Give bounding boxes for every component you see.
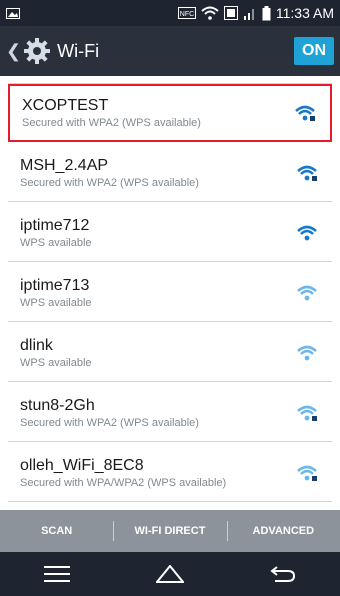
network-ssid: iptime713	[20, 276, 90, 294]
network-row[interactable]: iptime712 WPS available	[8, 204, 332, 262]
network-row[interactable]: stun8-2Gh Secured with WPA2 (WPS availabl…	[8, 384, 332, 442]
wifi-lock-icon	[297, 465, 317, 481]
network-list: XCOPTEST Secured with WPA2 (WPS available…	[0, 76, 340, 510]
network-text: olleh_WiFi_8EC8 Secured with WPA/WPA2 (WP…	[20, 457, 226, 489]
action-bar: ❮ Wi-Fi ON	[0, 26, 340, 76]
menu-button[interactable]	[37, 559, 77, 589]
wifi-lock-icon	[297, 165, 317, 181]
network-ssid: XCOPTEST	[22, 97, 109, 114]
battery-icon	[262, 5, 271, 20]
network-row[interactable]: iptime713 WPS available	[8, 264, 332, 322]
network-subtitle: WPS available	[20, 236, 92, 249]
network-ssid: dlink	[20, 336, 53, 354]
status-bar: NFC 11:33 AM	[0, 0, 340, 26]
wifi-lock-icon	[295, 105, 315, 121]
navigation-bar	[0, 552, 340, 596]
data-icon	[223, 6, 238, 20]
scan-button[interactable]: SCAN	[0, 510, 113, 552]
wifi-toggle[interactable]: ON	[294, 37, 334, 65]
network-row[interactable]: dlink WPS available	[8, 324, 332, 382]
network-text: dlink WPS available	[20, 337, 92, 369]
network-ssid: MSH_2.4AP	[20, 156, 109, 174]
network-row[interactable]: XCOPTEST Secured with WPA2 (WPS available…	[8, 84, 332, 142]
network-subtitle: Secured with WPA2 (WPS available)	[20, 176, 199, 189]
network-subtitle: Secured with WPA2 (WPS available)	[22, 117, 201, 129]
back-button[interactable]	[263, 559, 303, 589]
status-right: NFC 11:33 AM	[177, 5, 334, 21]
picture-icon	[6, 7, 20, 19]
network-row[interactable]: olleh_WiFi_8EC8 Secured with WPA/WPA2 (WP…	[8, 444, 332, 502]
advanced-button[interactable]: ADVANCED	[226, 510, 340, 552]
wifi-signal-icon	[297, 225, 317, 240]
status-left	[6, 7, 20, 19]
page-title: Wi-Fi	[57, 40, 100, 61]
back-icon	[270, 566, 296, 582]
menu-icon	[43, 566, 70, 582]
network-text: XCOPTEST Secured with WPA2 (WPS available…	[22, 97, 201, 129]
network-text: iptime712 WPS available	[20, 217, 92, 249]
home-icon	[155, 565, 184, 583]
wifi-direct-button[interactable]: WI-FI DIRECT	[113, 510, 226, 552]
signal-icon	[243, 9, 254, 20]
nfc-icon: NFC	[177, 7, 196, 19]
home-button[interactable]	[150, 559, 190, 589]
network-subtitle: WPS available	[20, 356, 92, 369]
wifi-signal-icon	[297, 345, 317, 360]
network-text: stun8-2Gh Secured with WPA2 (WPS availabl…	[20, 397, 199, 429]
network-text: MSH_2.4AP Secured with WPA2 (WPS availabl…	[20, 157, 199, 189]
network-subtitle: Secured with WPA/WPA2 (WPS available)	[20, 476, 227, 489]
wifi-icon	[201, 6, 219, 20]
network-row[interactable]: MSH_2.4AP Secured with WPA2 (WPS availabl…	[8, 144, 332, 202]
wifi-signal-icon	[297, 285, 317, 300]
network-subtitle: WPS available	[20, 296, 92, 309]
network-ssid: olleh_WiFi_8EC8	[20, 456, 144, 474]
status-time: 11:33 AM	[275, 5, 334, 21]
network-text: iptime713 WPS available	[20, 277, 92, 309]
network-subtitle: Secured with WPA2 (WPS available)	[20, 416, 199, 429]
back-chevron-icon[interactable]: ❮	[6, 41, 21, 62]
network-ssid: stun8-2Gh	[20, 396, 95, 414]
bottom-action-bar: SCAN WI-FI DIRECT ADVANCED	[0, 510, 340, 552]
nfc-label: NFC	[180, 11, 194, 18]
gear-icon[interactable]	[23, 37, 51, 65]
wifi-lock-icon	[297, 405, 317, 421]
network-ssid: iptime712	[20, 216, 90, 234]
